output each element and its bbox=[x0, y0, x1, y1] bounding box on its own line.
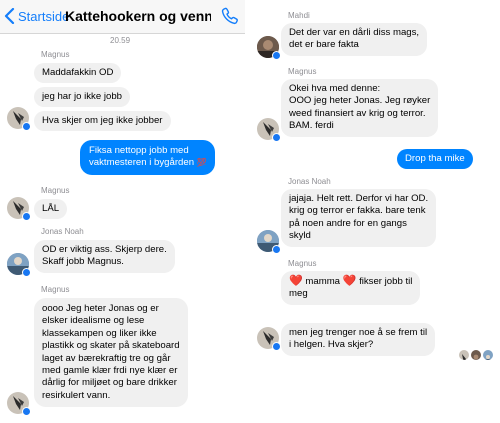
messenger-badge-icon bbox=[272, 51, 281, 60]
message-bubble[interactable]: men jeg trenger noe å se frem til i helg… bbox=[281, 323, 436, 356]
messenger-badge-icon bbox=[22, 268, 31, 277]
avatar bbox=[7, 107, 31, 131]
phone-icon[interactable] bbox=[220, 6, 240, 26]
message-bubble[interactable]: LÅL bbox=[34, 199, 68, 220]
seen-avatar bbox=[483, 350, 493, 360]
message-line: vaktmesteren i bygården bbox=[89, 157, 195, 169]
sender-name: Magnus bbox=[41, 186, 70, 195]
message-line: plastikk og skater på skateboard bbox=[42, 340, 180, 352]
messenger-badge-icon bbox=[22, 407, 31, 416]
chat-panel-right: Mahdi Det der var en dårli diss mags, de… bbox=[252, 0, 500, 423]
message-line: BAM. ferdi bbox=[289, 120, 334, 132]
message-line: jajaja. Helt rett. Derfor vi har OD. bbox=[289, 193, 429, 204]
messenger-badge-icon bbox=[272, 133, 281, 142]
message-bubble[interactable]: OD er viktig ass. Skjerp dere. Skaff job… bbox=[34, 240, 175, 273]
messenger-badge-icon bbox=[272, 245, 281, 254]
outgoing-message-bubble[interactable]: Fiksa nettopp jobb med vaktmesteren i by… bbox=[80, 140, 216, 175]
avatar bbox=[257, 230, 281, 254]
avatar bbox=[257, 327, 281, 351]
message-line: på noen andre for en gangs bbox=[289, 217, 407, 229]
seen-avatar bbox=[471, 350, 481, 360]
message-line: med gamle klær frdi nye klær er bbox=[42, 365, 178, 377]
messenger-badge-icon bbox=[272, 342, 281, 351]
chevron-left-icon[interactable] bbox=[4, 8, 15, 24]
message-bubble[interactable]: ❤️ mamma ❤️ fikser jobb til meg bbox=[281, 271, 421, 305]
avatar bbox=[7, 197, 31, 221]
message-line: oooo Jeg heter Jonas og er bbox=[42, 303, 159, 314]
message-line: Fiksa nettopp jobb med bbox=[89, 145, 189, 156]
messenger-badge-icon bbox=[22, 212, 31, 221]
heart-icon: ❤️ bbox=[342, 275, 357, 287]
message-line: dårlig for miljøet og bare drikker bbox=[42, 377, 177, 389]
message-line: Okei hva med denne: bbox=[289, 83, 381, 94]
panel-divider bbox=[245, 0, 252, 423]
message-line: meg bbox=[289, 288, 308, 300]
sender-name: Magnus bbox=[288, 67, 317, 76]
message-bubble[interactable]: jeg har jo ikke jobb bbox=[34, 87, 130, 108]
message-bubble[interactable]: oooo Jeg heter Jonas og er elsker ideali… bbox=[34, 298, 188, 408]
message-line: men jeg trenger noe å se frem til bbox=[289, 327, 428, 338]
message-line: fikser jobb til bbox=[359, 276, 413, 287]
message-line: resirkulert vann. bbox=[42, 389, 111, 401]
message-line: elsker idealisme og lese bbox=[42, 315, 145, 327]
sender-name: Jonas Noah bbox=[288, 177, 331, 186]
sender-name: Magnus bbox=[288, 259, 317, 268]
message-line: OD er viktig ass. Skjerp dere. bbox=[42, 244, 167, 255]
message-line: skyld bbox=[289, 230, 311, 242]
avatar bbox=[7, 392, 31, 416]
avatar bbox=[257, 118, 281, 142]
message-line: krig og terror er fakka. bare tenk bbox=[289, 205, 426, 217]
message-line: i helgen. Hva skjer? bbox=[289, 339, 374, 351]
message-bubble[interactable]: Det der var en dårli diss mags, det er b… bbox=[281, 23, 428, 56]
avatar bbox=[257, 36, 281, 60]
back-button[interactable]: Startside bbox=[18, 9, 69, 24]
message-bubble[interactable]: jajaja. Helt rett. Derfor vi har OD. kri… bbox=[281, 189, 437, 247]
message-line: OOO jeg heter Jonas. Jeg røyker bbox=[289, 95, 431, 107]
message-bubble[interactable]: Maddafakkin OD bbox=[34, 63, 122, 84]
message-line: mamma bbox=[305, 276, 341, 287]
message-line: Skaff jobb Magnus. bbox=[42, 256, 124, 268]
message-line: Det der var en dårli diss mags, bbox=[289, 27, 420, 38]
sender-name: Magnus bbox=[41, 50, 70, 59]
message-bubble[interactable]: Okei hva med denne: OOO jeg heter Jonas.… bbox=[281, 79, 439, 137]
sender-name: Magnus bbox=[41, 285, 70, 294]
sender-name: Jonas Noah bbox=[41, 227, 84, 236]
message-line: klassekampen og liker ikke bbox=[42, 327, 157, 339]
hundred-points-icon: 💯 bbox=[196, 158, 207, 168]
heart-icon: ❤️ bbox=[289, 275, 303, 287]
avatar bbox=[7, 253, 31, 277]
timestamp: 20.59 bbox=[110, 36, 131, 45]
message-bubble[interactable]: Hva skjer om jeg ikke jobber bbox=[34, 111, 171, 132]
messenger-badge-icon bbox=[22, 122, 31, 131]
chat-title[interactable]: Kattehookern og vennen... bbox=[65, 8, 211, 24]
sender-name: Mahdi bbox=[288, 11, 310, 20]
chat-panel-left: Startside Kattehookern og vennen... 20.5… bbox=[0, 0, 245, 423]
seen-avatar bbox=[459, 350, 469, 360]
message-line: laget av bærekraftig tre og går bbox=[42, 352, 171, 364]
outgoing-message-bubble[interactable]: Drop tha mike bbox=[397, 149, 473, 170]
message-line: det er bare fakta bbox=[289, 39, 359, 51]
message-line: weed finansiert av krig og terror. bbox=[289, 107, 426, 119]
chat-header: Startside Kattehookern og vennen... bbox=[0, 0, 245, 34]
